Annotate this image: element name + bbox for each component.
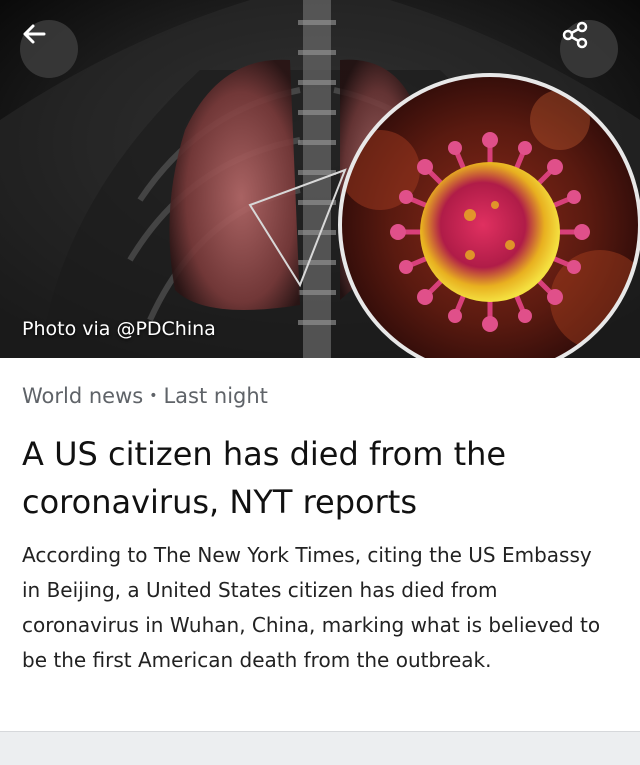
photo-credit: Photo via @PDChina bbox=[22, 318, 216, 340]
category-label[interactable]: World news bbox=[22, 384, 143, 408]
article-summary: According to The New York Times, citing … bbox=[22, 543, 601, 672]
arrow-left-icon bbox=[23, 24, 46, 44]
lungs-virus-illustration bbox=[0, 0, 640, 358]
share-button[interactable] bbox=[560, 20, 618, 78]
bottom-divider bbox=[0, 731, 640, 765]
back-button[interactable] bbox=[20, 20, 78, 78]
hero-image: Photo via @PDChina bbox=[0, 0, 640, 358]
timestamp: Last night bbox=[163, 384, 268, 408]
article-headline[interactable]: A US citizen has died from the coronavir… bbox=[22, 430, 612, 526]
share-icon bbox=[562, 21, 588, 49]
article-card[interactable]: World news • Last night A US citizen has d… bbox=[0, 358, 640, 731]
article-meta: World news • Last night bbox=[22, 384, 268, 408]
meta-separator: • bbox=[149, 388, 158, 404]
